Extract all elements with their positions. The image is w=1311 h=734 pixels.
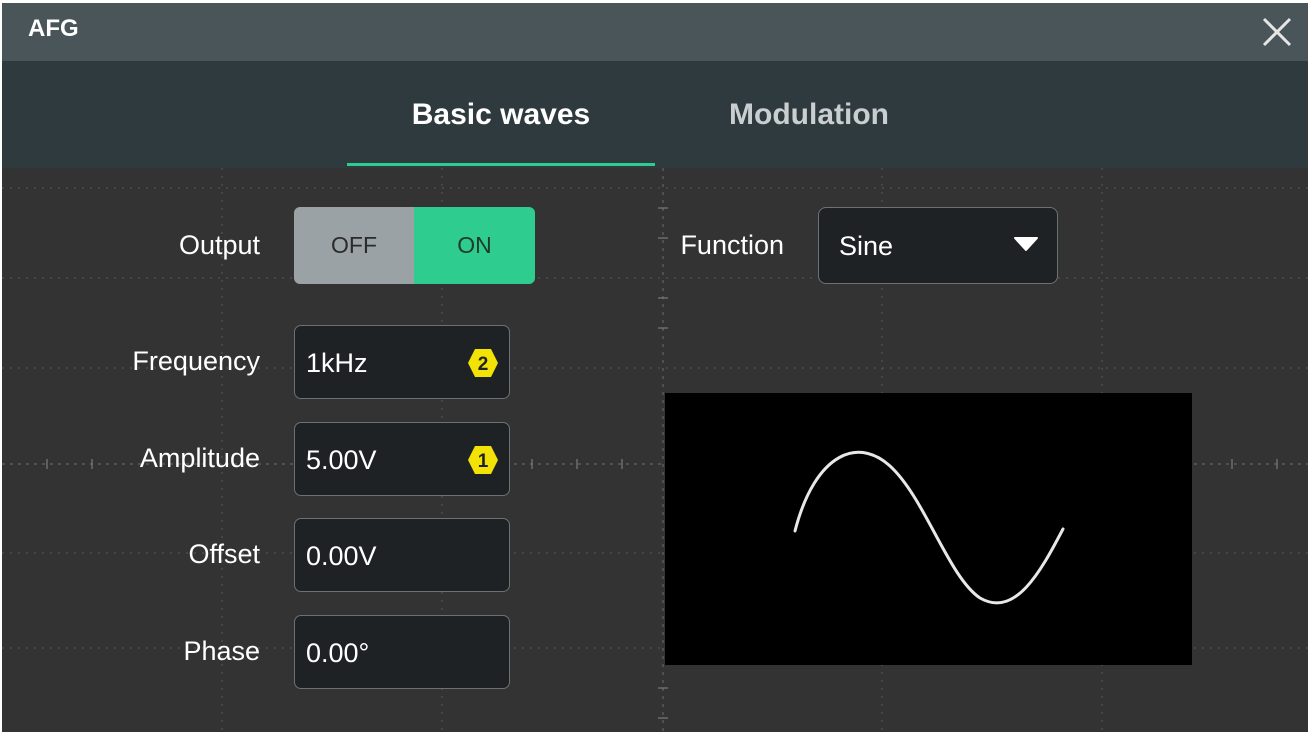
- frequency-badge-number: 2: [478, 354, 489, 375]
- basic-waves-panel: Output OFF ON Function Sine Frequency 1k…: [2, 168, 1308, 732]
- function-label: Function: [680, 230, 784, 260]
- function-selected-value: Sine: [839, 231, 894, 261]
- window-title: AFG: [28, 15, 79, 42]
- frequency-label: Frequency: [132, 346, 260, 376]
- title-bar: AFG: [2, 3, 1308, 61]
- afg-dialog: AFG Basic waves Modulation Output OFF ON…: [2, 3, 1308, 732]
- caret-down-icon: [1014, 237, 1038, 251]
- offset-input[interactable]: 0.00V: [294, 518, 510, 592]
- frequency-input[interactable]: 1kHz 2: [294, 325, 510, 399]
- hexagon-badge-icon: 2: [468, 349, 498, 377]
- output-on-option[interactable]: ON: [414, 207, 535, 284]
- hexagon-badge-icon: 1: [468, 446, 498, 474]
- tab-bar: Basic waves Modulation: [2, 61, 1308, 168]
- offset-value: 0.00V: [306, 541, 377, 571]
- tab-modulation[interactable]: Modulation: [655, 61, 963, 168]
- active-tab-indicator: [347, 163, 655, 166]
- frequency-value: 1kHz: [306, 348, 368, 378]
- amplitude-value: 5.00V: [306, 445, 377, 475]
- sine-wave-trace: [793, 450, 1065, 605]
- amplitude-label: Amplitude: [139, 443, 260, 473]
- phase-label: Phase: [183, 636, 260, 666]
- phase-input[interactable]: 0.00°: [294, 615, 510, 689]
- waveform-preview: [665, 393, 1192, 665]
- tab-basic-waves[interactable]: Basic waves: [347, 61, 655, 168]
- output-off-option[interactable]: OFF: [294, 207, 414, 284]
- amplitude-badge-number: 1: [478, 451, 489, 472]
- close-icon[interactable]: [1258, 13, 1296, 51]
- offset-label: Offset: [188, 539, 260, 569]
- output-toggle[interactable]: OFF ON: [294, 207, 535, 284]
- phase-value: 0.00°: [306, 638, 370, 668]
- function-dropdown[interactable]: Sine: [818, 207, 1058, 284]
- amplitude-input[interactable]: 5.00V 1: [294, 422, 510, 496]
- output-label: Output: [178, 230, 260, 260]
